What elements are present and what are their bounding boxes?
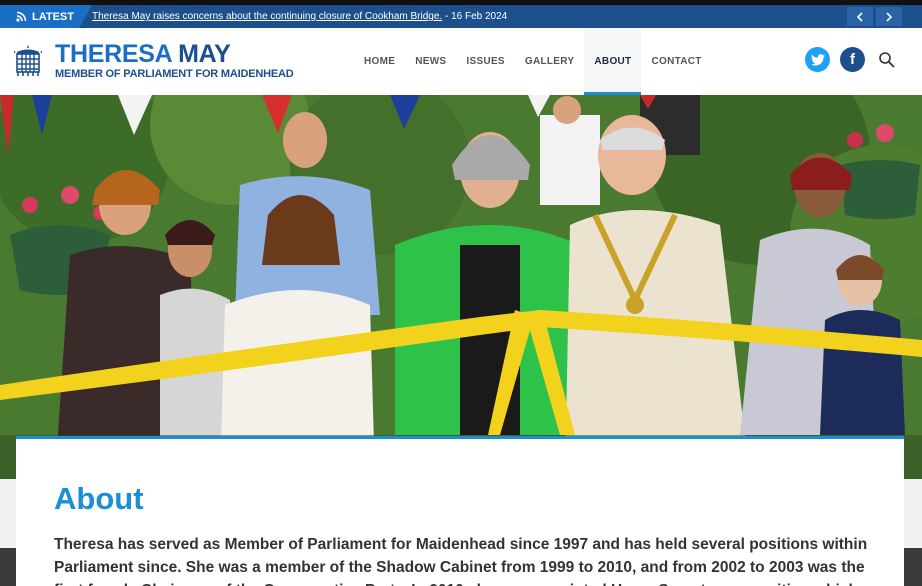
twitter-button[interactable]: [805, 47, 830, 72]
search-icon[interactable]: [878, 51, 896, 69]
ticker-next-button[interactable]: [876, 7, 902, 26]
facebook-button[interactable]: f: [840, 47, 865, 72]
site-title-first: THERESA: [55, 40, 172, 68]
ticker-label-text: LATEST: [32, 10, 74, 23]
portcullis-icon[interactable]: [14, 44, 42, 77]
ticker-item: Theresa May raises concerns about the co…: [92, 5, 507, 28]
site-title-last: MAY: [178, 40, 231, 68]
chevron-right-icon: [886, 11, 893, 22]
footer-strip-left: [0, 548, 16, 586]
rss-icon: [16, 11, 27, 22]
news-ticker: LATEST Theresa May raises concerns about…: [0, 5, 922, 28]
nav-gallery[interactable]: GALLERY: [515, 28, 585, 95]
hero-photo: [0, 95, 922, 479]
nav-about[interactable]: ABOUT: [584, 28, 642, 95]
ticker-headline-link[interactable]: Theresa May raises concerns about the co…: [92, 11, 442, 22]
nav-issues[interactable]: ISSUES: [456, 28, 514, 95]
page-gutter-left: [0, 479, 16, 548]
ticker-prev-button[interactable]: [847, 7, 873, 26]
hero-photo-illustration: [0, 95, 922, 479]
twitter-icon: [810, 53, 825, 66]
about-text: Theresa has served as Member of Parliame…: [54, 536, 868, 586]
about-card: About Theresa has served as Member of Pa…: [16, 436, 904, 586]
nav-news[interactable]: NEWS: [405, 28, 456, 95]
nav-home[interactable]: HOME: [354, 28, 405, 95]
chevron-left-icon: [856, 11, 863, 22]
site-subtitle: MEMBER OF PARLIAMENT FOR MAIDENHEAD: [55, 68, 294, 80]
footer-strip-right: [904, 548, 922, 586]
main-nav: HOME NEWS ISSUES GALLERY ABOUT CONTACT: [354, 28, 712, 95]
page-gutter-right: [904, 479, 922, 548]
facebook-icon: f: [850, 51, 855, 68]
site-header: THERESA MAY MEMBER OF PARLIAMENT FOR MAI…: [0, 28, 922, 95]
ticker-date: - 16 Feb 2024: [442, 11, 508, 22]
site-title[interactable]: THERESA MAY: [55, 40, 231, 68]
ticker-label: LATEST: [0, 5, 92, 28]
nav-contact[interactable]: CONTACT: [641, 28, 711, 95]
page-title: About: [54, 481, 144, 516]
